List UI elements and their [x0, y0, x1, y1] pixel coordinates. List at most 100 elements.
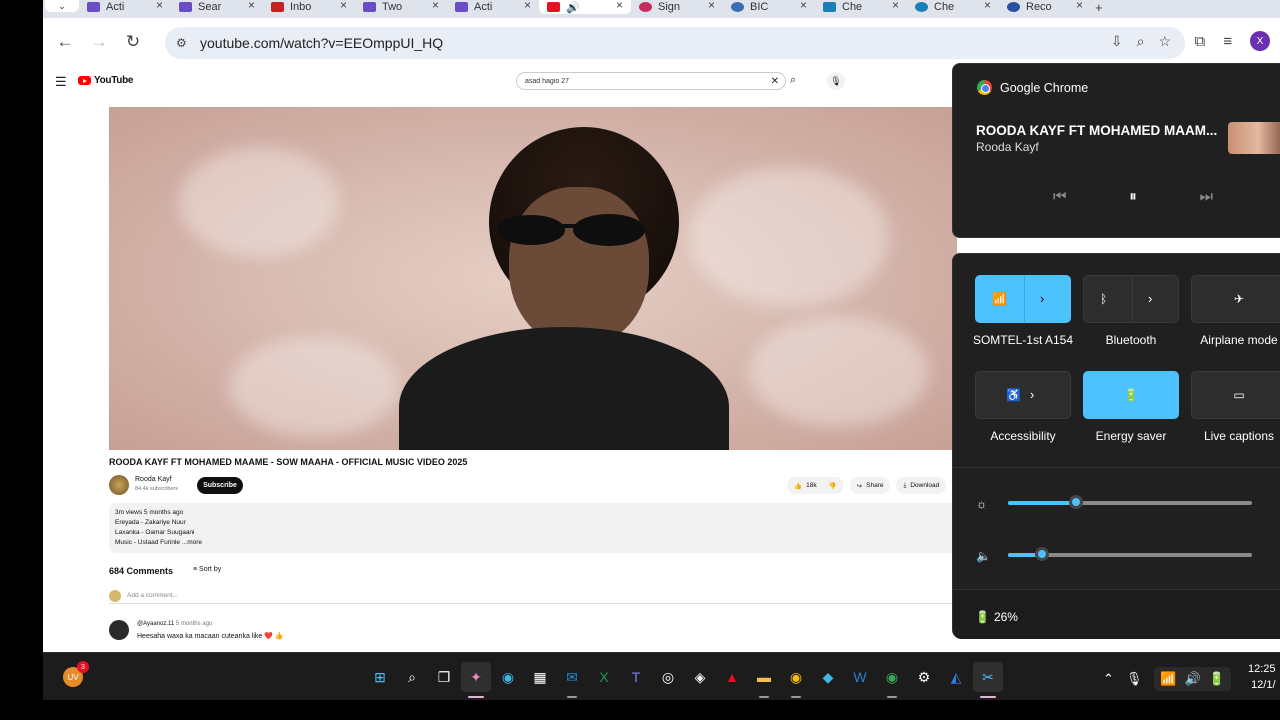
tab-search-button[interactable]: ⌄ — [45, 0, 79, 12]
wifi-tile[interactable]: 📶 › — [975, 275, 1071, 323]
chevron-right-icon[interactable]: › — [1040, 291, 1044, 306]
sort-by-button[interactable]: ≡ Sort by — [193, 566, 221, 573]
close-tab-icon[interactable]: × — [432, 0, 439, 12]
chrome-profile-icon[interactable]: ◉ — [877, 662, 907, 698]
channel-avatar[interactable] — [109, 475, 129, 495]
close-tab-icon[interactable]: × — [708, 0, 715, 12]
brightness-thumb[interactable] — [1069, 495, 1083, 509]
install-app-icon[interactable]: ⇩ — [1111, 33, 1123, 50]
tab-10[interactable]: Che × — [907, 0, 999, 14]
teams-icon[interactable]: T — [621, 662, 651, 692]
forward-button[interactable]: → — [87, 30, 111, 54]
app-icon[interactable]: ◈ — [685, 662, 715, 692]
tab-youtube-active[interactable]: 🔊 × — [539, 0, 631, 14]
tab-2[interactable]: Sear × — [171, 0, 263, 14]
search-input[interactable] — [525, 77, 745, 85]
search-icon[interactable]: ⌕ — [397, 662, 427, 692]
thumbs-down-icon[interactable]: 👎 — [829, 482, 837, 490]
close-tab-icon[interactable]: × — [248, 0, 255, 12]
store-icon[interactable]: ▦ — [525, 662, 555, 692]
bluetooth-tile[interactable]: ᛒ › — [1083, 275, 1179, 323]
url-text[interactable]: youtube.com/watch?v=EEOmppUI_HQ — [200, 35, 443, 51]
word-icon[interactable]: W — [845, 662, 875, 692]
mic-icon[interactable]: 🎙 — [1126, 671, 1143, 687]
airplane-icon: ✈ — [1233, 292, 1245, 306]
clear-search-icon[interactable]: ✕ — [771, 76, 779, 87]
excel-icon[interactable]: X — [589, 662, 619, 692]
sunglasses — [497, 214, 645, 246]
commenter-avatar[interactable] — [109, 620, 129, 640]
reload-button[interactable]: ↻ — [121, 30, 145, 54]
start-icon[interactable]: ⊞ — [365, 662, 395, 692]
tab-11[interactable]: Reco × — [999, 0, 1091, 14]
app-icon[interactable]: ◆ — [813, 662, 843, 692]
youtube-logo[interactable]: YouTube — [78, 75, 134, 86]
close-tab-icon[interactable]: × — [156, 0, 163, 12]
video-player[interactable] — [109, 107, 957, 450]
brightness-slider[interactable] — [1008, 495, 1252, 509]
outlook-icon[interactable]: ✉ — [557, 662, 587, 698]
back-button[interactable]: ← — [53, 30, 77, 54]
chrome-app-icon[interactable]: ◎ — [653, 662, 683, 692]
description-box[interactable]: 3m views 5 months ago Ereyada - Zakariye… — [109, 503, 959, 553]
settings-icon[interactable]: ⚙ — [909, 662, 939, 692]
tab-8[interactable]: BIC × — [723, 0, 815, 14]
menu-icon[interactable]: ☰ — [55, 74, 67, 90]
close-tab-icon[interactable]: × — [800, 0, 807, 12]
microphone-icon[interactable]: 🎙 — [827, 72, 845, 90]
chevron-right-icon[interactable]: › — [1148, 291, 1152, 306]
quick-settings-button[interactable]: 📶 🔊 🔋 — [1154, 667, 1231, 691]
close-tab-icon[interactable]: × — [892, 0, 899, 12]
copilot-icon[interactable]: ✦ — [461, 662, 491, 698]
tab-9[interactable]: Che × — [815, 0, 907, 14]
channel-name[interactable]: Rooda Kayf — [135, 476, 172, 483]
acrobat-icon[interactable]: ▲ — [717, 662, 747, 692]
clock[interactable]: 12:25 12/1/ — [1248, 661, 1276, 693]
close-tab-icon[interactable]: × — [340, 0, 347, 12]
extensions-icon[interactable]: ⧉ — [1195, 33, 1206, 50]
search-icon[interactable]: ⌕ — [790, 74, 796, 87]
chevron-right-icon[interactable]: › — [1030, 387, 1034, 402]
airplane-mode-tile[interactable]: ✈ — [1191, 275, 1280, 323]
address-bar[interactable]: ⚙ youtube.com/watch?v=EEOmppUI_HQ ⇩ ⌕ ☆ — [165, 27, 1185, 59]
add-comment-field[interactable]: Add a comment... — [109, 590, 957, 604]
site-info-icon[interactable]: ⚙ — [176, 36, 190, 50]
snipping-tool-icon[interactable]: ✂ — [973, 662, 1003, 698]
pause-icon[interactable]: ⏸ — [1129, 188, 1137, 205]
close-tab-icon[interactable]: × — [524, 0, 531, 12]
volume-icon[interactable]: 🔈 — [976, 549, 991, 563]
user-badge[interactable]: UV 3 — [63, 661, 89, 687]
volume-thumb[interactable] — [1035, 547, 1049, 561]
volume-slider[interactable] — [1008, 547, 1252, 561]
energy-saver-tile[interactable]: 🔋 — [1083, 371, 1179, 419]
tab-3[interactable]: Inbo × — [263, 0, 355, 14]
new-tab-button[interactable]: + — [1095, 0, 1103, 15]
zoom-icon[interactable]: ⌕ — [1137, 33, 1145, 50]
media-controls-icon[interactable]: ≡ — [1223, 33, 1232, 50]
chevron-up-icon[interactable]: ⌃ — [1103, 671, 1114, 687]
close-tab-icon[interactable]: × — [616, 0, 623, 12]
battery-status[interactable]: 🔋 26% — [975, 610, 1018, 624]
subscribe-button[interactable]: Subscribe — [197, 477, 243, 494]
tab-7[interactable]: Sign × — [631, 0, 723, 14]
tab-5[interactable]: Acti × — [447, 0, 539, 14]
app-icon[interactable]: ◭ — [941, 662, 971, 692]
close-tab-icon[interactable]: × — [984, 0, 991, 12]
comment-author[interactable]: @Ayaanoz.11 5 months ago — [137, 621, 212, 627]
task-view-icon[interactable]: ❐ — [429, 662, 459, 692]
accessibility-tile[interactable]: ♿ › — [975, 371, 1071, 419]
tab-4[interactable]: Two × — [355, 0, 447, 14]
chrome-icon[interactable]: ◉ — [781, 662, 811, 698]
live-captions-tile[interactable]: ▭ — [1191, 371, 1280, 419]
download-button[interactable]: ⤓ Download — [896, 477, 947, 494]
edge-icon[interactable]: ◉ — [493, 662, 523, 692]
tab-1[interactable]: Acti × — [79, 0, 171, 14]
next-track-icon[interactable]: ⏭ — [1199, 188, 1213, 205]
bookmark-star-icon[interactable]: ☆ — [1158, 33, 1171, 50]
profile-avatar[interactable]: X — [1250, 31, 1270, 51]
share-button[interactable]: ↪ Share — [849, 477, 891, 494]
previous-track-icon[interactable]: ⏮ — [1053, 188, 1067, 205]
close-tab-icon[interactable]: × — [1076, 0, 1083, 12]
like-button[interactable]: 👍 18k 👎 — [787, 477, 844, 494]
file-explorer-icon[interactable]: ▬ — [749, 662, 779, 698]
